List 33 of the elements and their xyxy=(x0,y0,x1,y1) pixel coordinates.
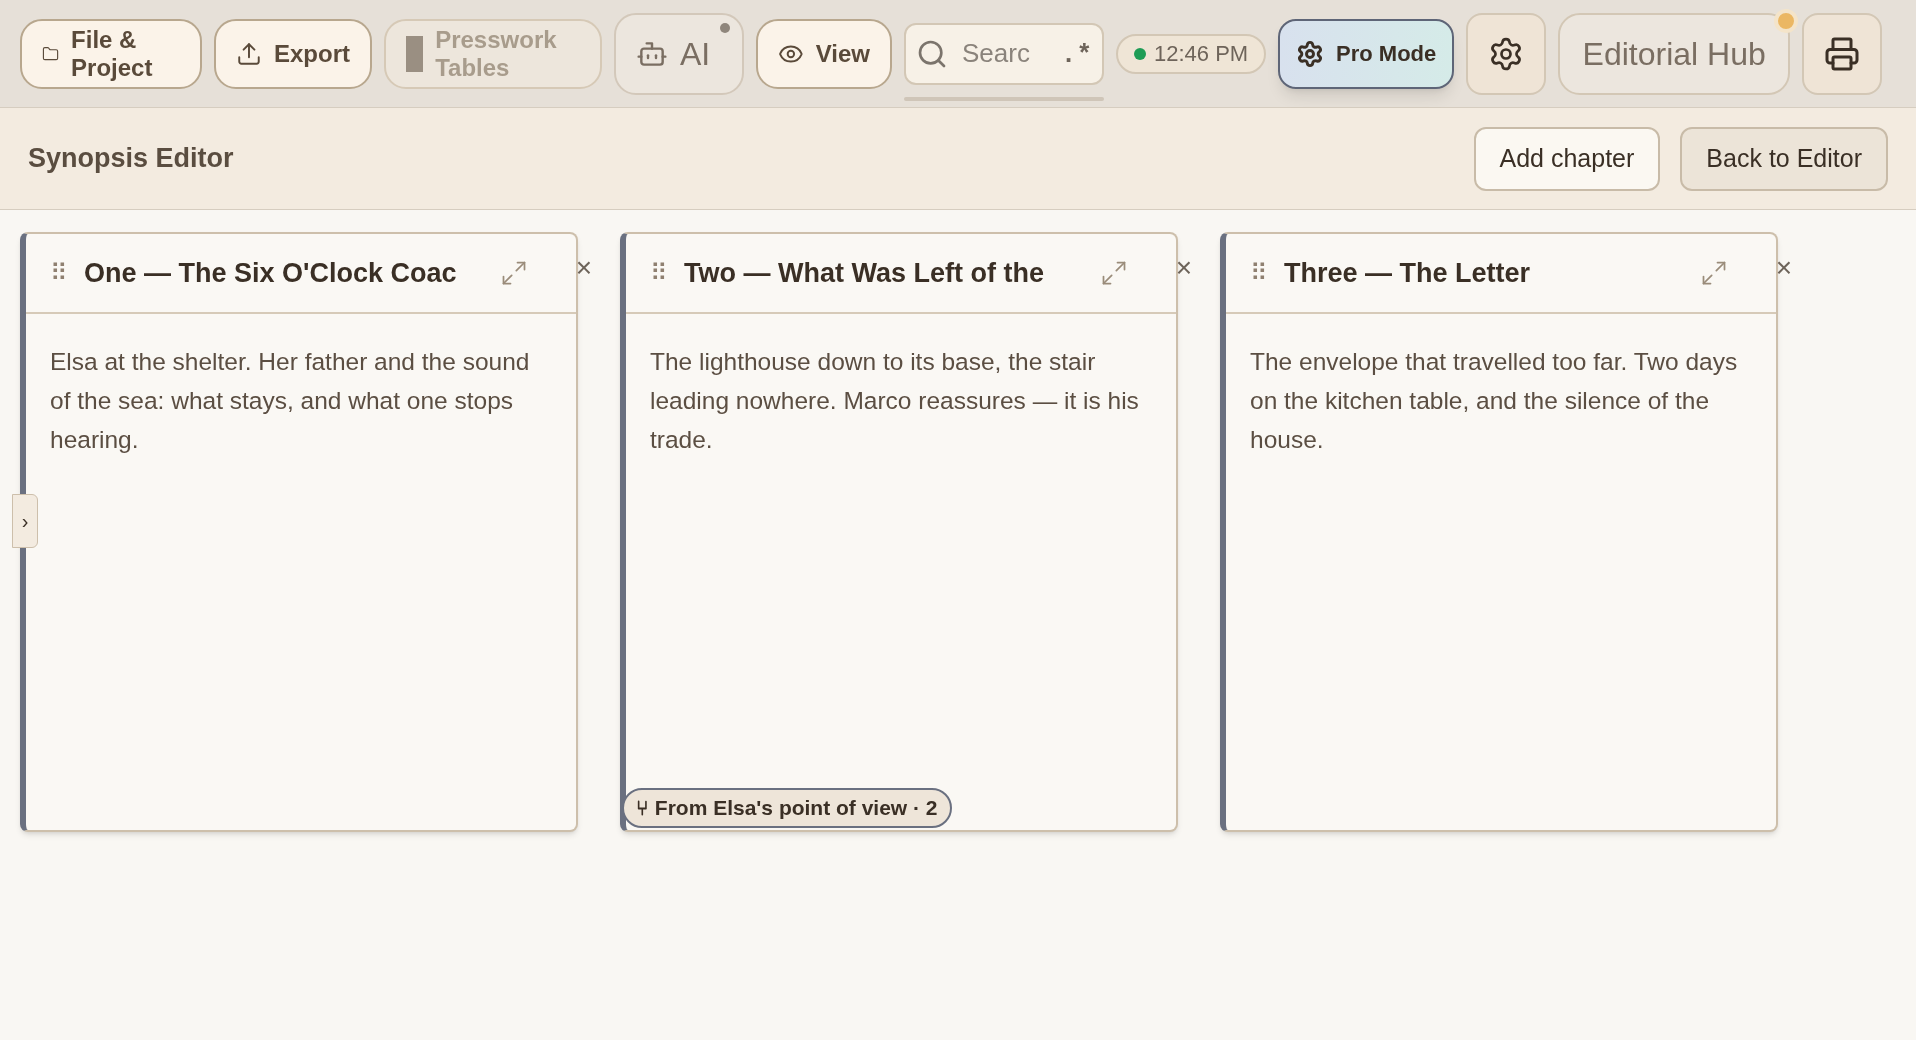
pro-mode-button[interactable]: Pro Mode xyxy=(1278,18,1455,89)
print-button[interactable] xyxy=(1802,12,1883,95)
expand-icon[interactable] xyxy=(1100,259,1128,287)
back-button[interactable]: Back to Editor xyxy=(1680,126,1888,191)
toolbar-button[interactable]: View xyxy=(756,18,892,89)
add-chapter-button[interactable]: Add chapter xyxy=(1473,126,1661,191)
toolbar-button[interactable]: Export xyxy=(214,18,372,89)
sidebar-toggle[interactable]: › xyxy=(12,494,38,548)
print-icon xyxy=(1824,35,1861,72)
gear-icon xyxy=(1296,39,1325,68)
expand-icon[interactable] xyxy=(1700,259,1728,287)
settings-button[interactable] xyxy=(1466,12,1547,95)
regex-toggle[interactable]: .* xyxy=(1060,35,1092,75)
close-button[interactable]: × xyxy=(575,254,592,282)
square-icon xyxy=(406,35,424,72)
card-title: One — The Six O'Clock Coac xyxy=(84,256,458,290)
card-text: The envelope that travelled too far. Two days on the kitchen table, and the silence of the house. xyxy=(1249,347,1739,455)
branch-badge[interactable]: ⑂ From Elsa's point of view · 2 xyxy=(622,788,952,828)
ai-button[interactable]: AI xyxy=(614,12,744,95)
toolbar-button[interactable]: File & Project xyxy=(20,18,202,89)
close-button[interactable]: × xyxy=(1175,254,1192,282)
editorial-hub-button[interactable]: Editorial Hub xyxy=(1558,12,1791,95)
close-button[interactable]: × xyxy=(1775,254,1792,282)
drag-handle[interactable]: ⠿ xyxy=(650,255,668,291)
card-text: Elsa at the shelter. Her father and the sound of the sea: what stays, and what one stops hearing. xyxy=(49,347,531,455)
clock-text: 12:46 PM xyxy=(1154,40,1249,68)
card-title: Two — What Was Left of the xyxy=(684,256,1045,290)
expand-icon[interactable] xyxy=(500,259,528,287)
card-title: Three — The Letter xyxy=(1284,256,1532,290)
drag-handle[interactable]: ⠿ xyxy=(50,255,68,291)
card-text: The lighthouse down to its base, the stair leading nowhere. Marco reassures — it is his trade. xyxy=(649,347,1140,455)
drag-handle[interactable]: ⠿ xyxy=(1250,255,1268,291)
page-title: Synopsis Editor xyxy=(28,142,235,176)
